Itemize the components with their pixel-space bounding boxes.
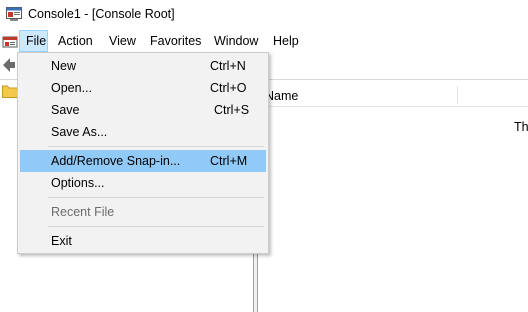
menu-item-label: Save: [51, 103, 80, 117]
file-menu-save-as[interactable]: Save As...: [20, 121, 266, 143]
file-menu-new[interactable]: New Ctrl+N: [20, 55, 266, 77]
results-pane: Name Th: [258, 80, 528, 312]
folder-icon[interactable]: [2, 85, 18, 98]
list-item-text: Th: [514, 120, 528, 134]
menu-item-label: Open...: [51, 81, 92, 95]
file-menu-add-remove-snap-in[interactable]: Add/Remove Snap-in... Ctrl+M: [20, 150, 266, 172]
menu-item-label: Add/Remove Snap-in...: [51, 154, 181, 168]
menu-file[interactable]: File: [19, 30, 48, 52]
file-menu-save[interactable]: Save Ctrl+S: [20, 99, 266, 121]
menu-item-label: Exit: [51, 234, 72, 248]
back-arrow-icon[interactable]: [2, 57, 16, 73]
menu-view[interactable]: View: [109, 30, 136, 52]
file-menu-options[interactable]: Options...: [20, 172, 266, 194]
menu-separator: [48, 226, 264, 227]
menu-item-shortcut: Ctrl+M: [210, 154, 248, 168]
menu-item-shortcut: Ctrl+S: [214, 103, 250, 117]
menu-favorites[interactable]: Favorites: [150, 30, 201, 52]
menu-separator: [48, 146, 264, 147]
menu-item-label: New: [51, 59, 77, 73]
menu-item-shortcut: Ctrl+N: [210, 59, 246, 73]
list-column-header[interactable]: Name: [258, 84, 528, 107]
file-menu-open[interactable]: Open... Ctrl+O: [20, 77, 266, 99]
column-name-label: Name: [265, 89, 299, 103]
file-menu-recent-file: Recent File: [20, 201, 266, 223]
menu-separator: [48, 197, 264, 198]
menu-help[interactable]: Help: [273, 30, 299, 52]
file-menu-dropdown: New Ctrl+N Open... Ctrl+O Save Ctrl+S Sa…: [17, 52, 269, 254]
menu-action[interactable]: Action: [58, 30, 93, 52]
mmc-console-icon[interactable]: [2, 33, 18, 49]
scope-pane: [0, 80, 18, 312]
menu-bar: File Action View Favorites Window Help: [0, 30, 528, 52]
file-menu-exit[interactable]: Exit: [20, 230, 266, 252]
column-divider[interactable]: [457, 86, 458, 104]
menu-item-shortcut: Ctrl+O: [210, 81, 247, 95]
menu-item-label: Save As...: [51, 125, 108, 139]
menu-item-label: Options...: [51, 176, 105, 190]
mmc-app-icon: [6, 7, 22, 21]
window-title: Console1 - [Console Root]: [28, 7, 175, 21]
menu-window[interactable]: Window: [214, 30, 258, 52]
menu-item-label: Recent File: [51, 205, 115, 219]
title-bar: Console1 - [Console Root]: [0, 0, 528, 30]
